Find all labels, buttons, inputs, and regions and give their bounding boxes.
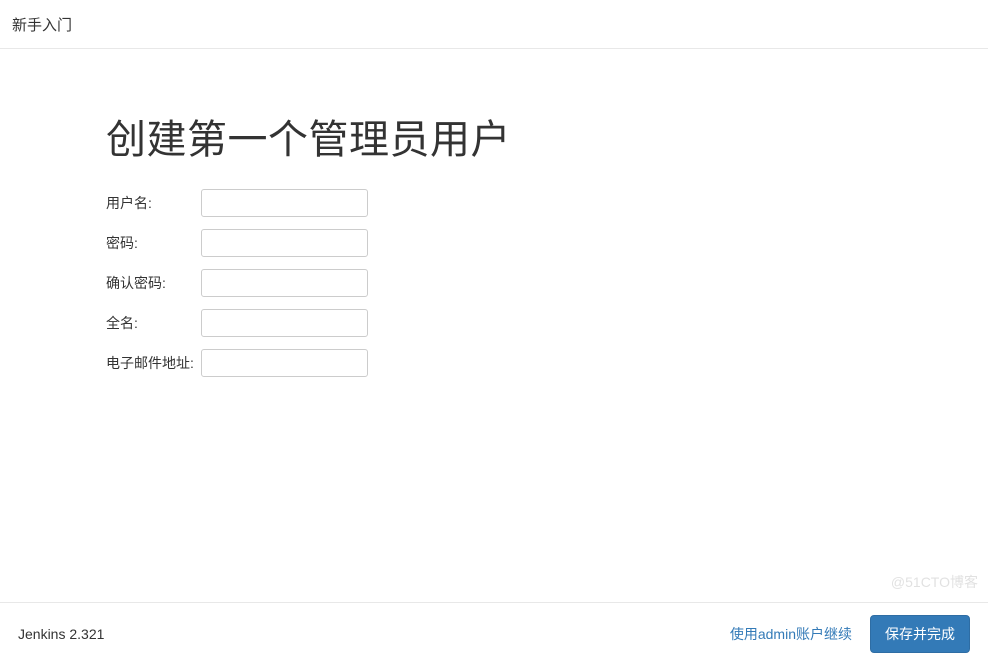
form-row-fullname: 全名: [106,309,988,337]
fullname-input[interactable] [201,309,368,337]
form-row-confirm-password: 确认密码: [106,269,988,297]
header: 新手入门 [0,0,988,49]
skip-admin-button[interactable]: 使用admin账户继续 [730,624,852,644]
footer-actions: 使用admin账户继续 保存并完成 [730,615,970,653]
header-title: 新手入门 [12,17,72,34]
version-label: Jenkins 2.321 [18,626,730,642]
password-input[interactable] [201,229,368,257]
email-label: 电子邮件地址: [106,353,201,373]
form-row-username: 用户名: [106,189,988,217]
form-row-email: 电子邮件地址: [106,349,988,377]
email-input[interactable] [201,349,368,377]
form-row-password: 密码: [106,229,988,257]
password-label: 密码: [106,233,201,253]
footer: Jenkins 2.321 使用admin账户继续 保存并完成 [0,602,988,664]
username-input[interactable] [201,189,368,217]
confirm-password-label: 确认密码: [106,273,201,293]
confirm-password-input[interactable] [201,269,368,297]
username-label: 用户名: [106,193,201,213]
main-content: 创建第一个管理员用户 用户名: 密码: 确认密码: 全名: 电子邮件地址: [0,49,988,602]
fullname-label: 全名: [106,313,201,333]
page-title: 创建第一个管理员用户 [106,107,988,165]
save-and-finish-button[interactable]: 保存并完成 [870,615,970,653]
